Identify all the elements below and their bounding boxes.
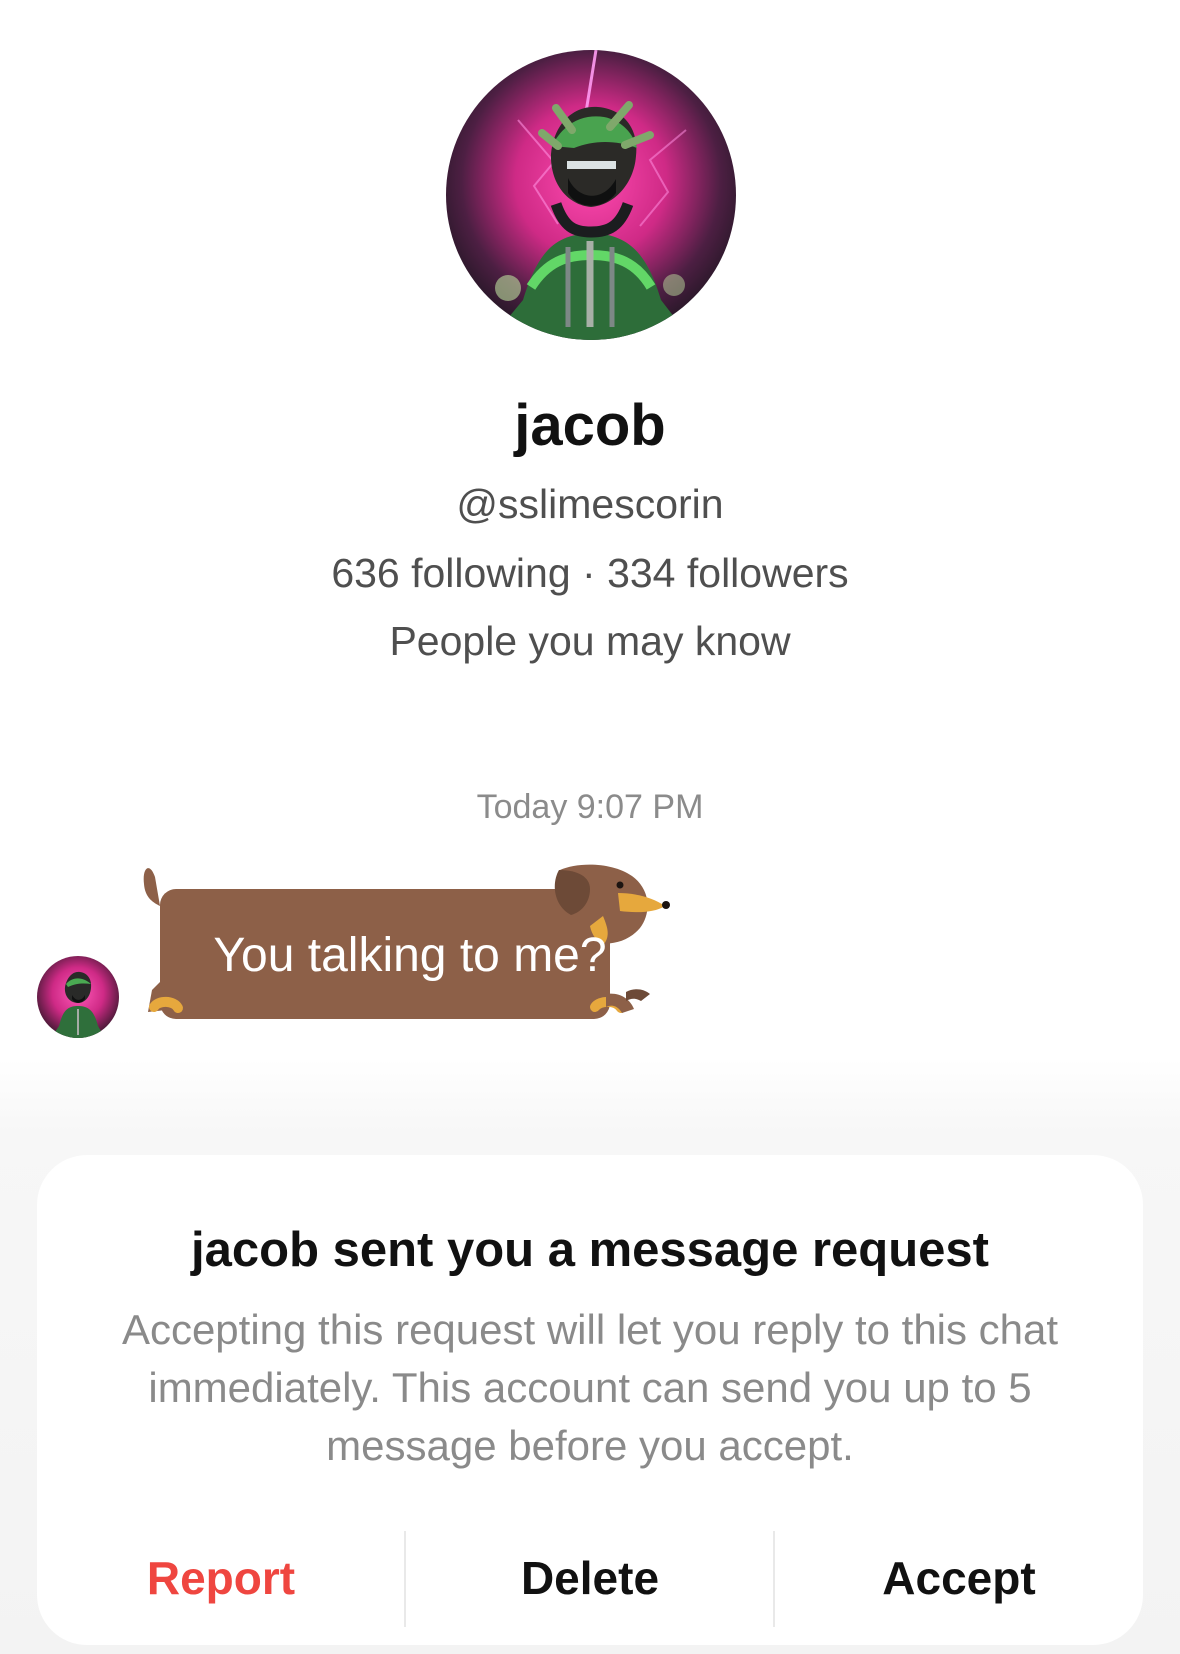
profile-header: jacob @sslimescorin 636 following · 334 … [0,0,1180,700]
message-request-actions: Report Delete Accept [37,1523,1143,1633]
sticker-caption: You talking to me? [213,929,607,982]
accept-button[interactable]: Accept [775,1523,1143,1633]
profile-avatar-artwork-icon [446,50,736,340]
delete-button[interactable]: Delete [406,1523,774,1633]
sender-avatar[interactable] [37,956,119,1038]
dachshund-sticker-message[interactable]: You talking to me? [140,862,710,1040]
relationship-hint: People you may know [389,618,791,664]
follow-stats: 636 following · 334 followers [331,550,849,596]
sender-avatar-artwork-icon [37,956,119,1038]
message-request-description: Accepting this request will let you repl… [121,1306,1059,1469]
message-request-title: jacob sent you a message request [191,1223,989,1277]
message-request-card: jacob sent you a message request Accepti… [37,1155,1143,1645]
profile-avatar[interactable] [446,50,736,340]
message-timestamp: Today 9:07 PM [476,788,704,826]
username: @sslimescorin [456,481,724,527]
display-name: jacob [514,393,666,458]
report-button[interactable]: Report [37,1523,405,1633]
